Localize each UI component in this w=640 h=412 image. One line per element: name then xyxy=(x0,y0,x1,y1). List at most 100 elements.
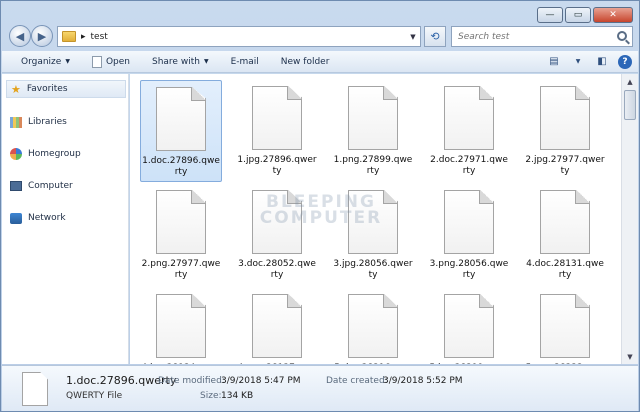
date-created-label: Date created: xyxy=(326,376,388,386)
homegroup-icon xyxy=(10,148,22,160)
file-name: 2.png.27977.qwerty xyxy=(141,259,221,280)
file-icon xyxy=(156,87,206,151)
file-icon xyxy=(348,190,398,254)
new-folder-button[interactable]: New folder xyxy=(270,51,341,73)
email-button[interactable]: E-mail xyxy=(220,51,270,73)
sidebar-item-favorites[interactable]: ★ Favorites xyxy=(6,80,126,98)
file-icon xyxy=(252,86,302,150)
chevron-down-icon: ▼ xyxy=(65,58,70,65)
file-name: 5.jpg.28219.qwert xyxy=(429,363,509,364)
address-bar[interactable]: ▸ test ▼ xyxy=(57,26,421,47)
caption-buttons: — ▭ ✕ xyxy=(537,7,633,23)
file-item[interactable]: 2.jpg.27977.qwerty xyxy=(524,80,606,182)
sidebar-item-label: Computer xyxy=(28,181,73,191)
sidebar-item-network[interactable]: Network xyxy=(10,209,66,227)
size-value: 134 KB xyxy=(221,391,254,401)
chevron-down-icon: ▼ xyxy=(203,58,209,65)
organize-button[interactable]: Organize ▼ xyxy=(10,51,81,73)
chevron-down-icon[interactable]: ▼ xyxy=(570,54,586,69)
star-icon: ★ xyxy=(11,82,21,96)
file-item[interactable]: 5.jpg.28219.qwert xyxy=(428,288,510,364)
navigation-pane: ★ Favorites Libraries Homegroup Computer… xyxy=(2,74,129,364)
sidebar-item-label: Favorites xyxy=(26,84,68,94)
libraries-icon xyxy=(10,116,22,128)
file-item[interactable]: 3.png.28056.qwerty xyxy=(428,184,510,286)
file-icon xyxy=(22,372,48,406)
file-name: 1.jpg.27896.qwerty xyxy=(237,155,317,176)
file-icon xyxy=(540,86,590,150)
folder-icon xyxy=(62,31,76,42)
file-name: 2.doc.27971.qwerty xyxy=(430,155,508,176)
command-bar: Organize ▼ Open Share with ▼ E-mail New … xyxy=(2,51,638,73)
sidebar-item-label: Network xyxy=(28,213,66,223)
file-name: 5.doc.28216.qwer xyxy=(333,363,413,364)
minimize-button[interactable]: — xyxy=(537,7,563,23)
file-icon xyxy=(444,294,494,358)
open-label: Open xyxy=(105,56,130,67)
size-label: Size: xyxy=(200,391,222,401)
view-controls: ▤ ▼ ◧ ? xyxy=(546,54,632,69)
sidebar-item-computer[interactable]: Computer xyxy=(10,177,73,195)
file-item[interactable]: 4.doc.28131.qwerty xyxy=(524,184,606,286)
date-modified-value: 3/9/2018 5:47 PM xyxy=(221,376,301,386)
file-icon xyxy=(540,294,590,358)
file-icon xyxy=(348,294,398,358)
file-icon xyxy=(156,294,206,358)
scroll-thumb[interactable] xyxy=(624,90,636,120)
file-item[interactable]: 4.jpg.28134.qwert xyxy=(140,288,222,364)
details-file-type: QWERTY File xyxy=(66,391,123,401)
address-dropdown-icon[interactable]: ▼ xyxy=(406,27,420,46)
file-name: 4.jpg.28134.qwert xyxy=(141,363,221,364)
file-item[interactable]: 5.png.28222.qwer xyxy=(524,288,606,364)
organize-label: Organize xyxy=(21,56,62,67)
file-item[interactable]: 2.doc.27971.qwerty xyxy=(428,80,510,182)
document-icon xyxy=(91,55,102,68)
share-with-label: Share with xyxy=(152,56,200,67)
file-item[interactable]: 1.jpg.27896.qwerty xyxy=(236,80,318,182)
file-icon xyxy=(252,294,302,358)
maximize-button[interactable]: ▭ xyxy=(565,7,591,23)
sidebar-item-libraries[interactable]: Libraries xyxy=(10,113,67,131)
back-button[interactable]: ◀ xyxy=(9,25,31,47)
file-item[interactable]: 4.png.28137.qwer xyxy=(236,288,318,364)
file-name: 2.jpg.27977.qwerty xyxy=(525,155,605,176)
sidebar-item-homegroup[interactable]: Homegroup xyxy=(10,145,81,163)
breadcrumb-separator[interactable]: ▸ xyxy=(81,32,86,42)
sidebar-item-label: Libraries xyxy=(28,117,67,127)
address-row: ◀ ▶ ▸ test ▼ ⟲ xyxy=(5,25,635,49)
close-button[interactable]: ✕ xyxy=(593,7,633,23)
computer-icon xyxy=(10,181,22,191)
file-icon xyxy=(348,86,398,150)
search-icon[interactable] xyxy=(617,31,627,41)
open-button[interactable]: Open xyxy=(81,51,141,73)
forward-button[interactable]: ▶ xyxy=(31,25,53,47)
file-item[interactable]: 5.doc.28216.qwer xyxy=(332,288,414,364)
help-icon[interactable]: ? xyxy=(618,54,632,69)
file-item[interactable]: 2.png.27977.qwerty xyxy=(140,184,222,286)
file-icon xyxy=(156,190,206,254)
file-icon xyxy=(444,190,494,254)
file-item[interactable]: 3.jpg.28056.qwerty xyxy=(332,184,414,286)
preview-pane-icon[interactable]: ◧ xyxy=(594,54,610,69)
scroll-down-icon[interactable]: ▼ xyxy=(623,349,637,364)
breadcrumb-test[interactable]: test xyxy=(91,32,108,42)
file-icon xyxy=(540,190,590,254)
file-item[interactable]: 1.png.27899.qwerty xyxy=(332,80,414,182)
change-view-icon[interactable]: ▤ xyxy=(546,54,562,69)
refresh-button[interactable]: ⟲ xyxy=(424,26,446,47)
scroll-up-icon[interactable]: ▲ xyxy=(623,74,637,89)
search-input[interactable] xyxy=(458,31,608,42)
sidebar-item-label: Homegroup xyxy=(28,149,81,159)
share-with-button[interactable]: Share with ▼ xyxy=(141,51,220,73)
file-name: 4.doc.28131.qwerty xyxy=(526,259,604,280)
file-icon xyxy=(444,86,494,150)
details-pane: 1.doc.27896.qwerty QWERTY File Date modi… xyxy=(2,365,638,411)
file-name: 3.png.28056.qwerty xyxy=(429,259,509,280)
file-list: 1.doc.27896.qwerty 1.jpg.27896.qwerty 1.pn… xyxy=(130,74,621,364)
vertical-scrollbar[interactable]: ▲ ▼ xyxy=(621,74,638,364)
file-icon xyxy=(252,190,302,254)
file-name: 3.jpg.28056.qwerty xyxy=(333,259,413,280)
file-item[interactable]: 3.doc.28052.qwerty xyxy=(236,184,318,286)
file-item[interactable]: 1.doc.27896.qwerty xyxy=(140,80,222,182)
search-box[interactable] xyxy=(451,26,633,47)
